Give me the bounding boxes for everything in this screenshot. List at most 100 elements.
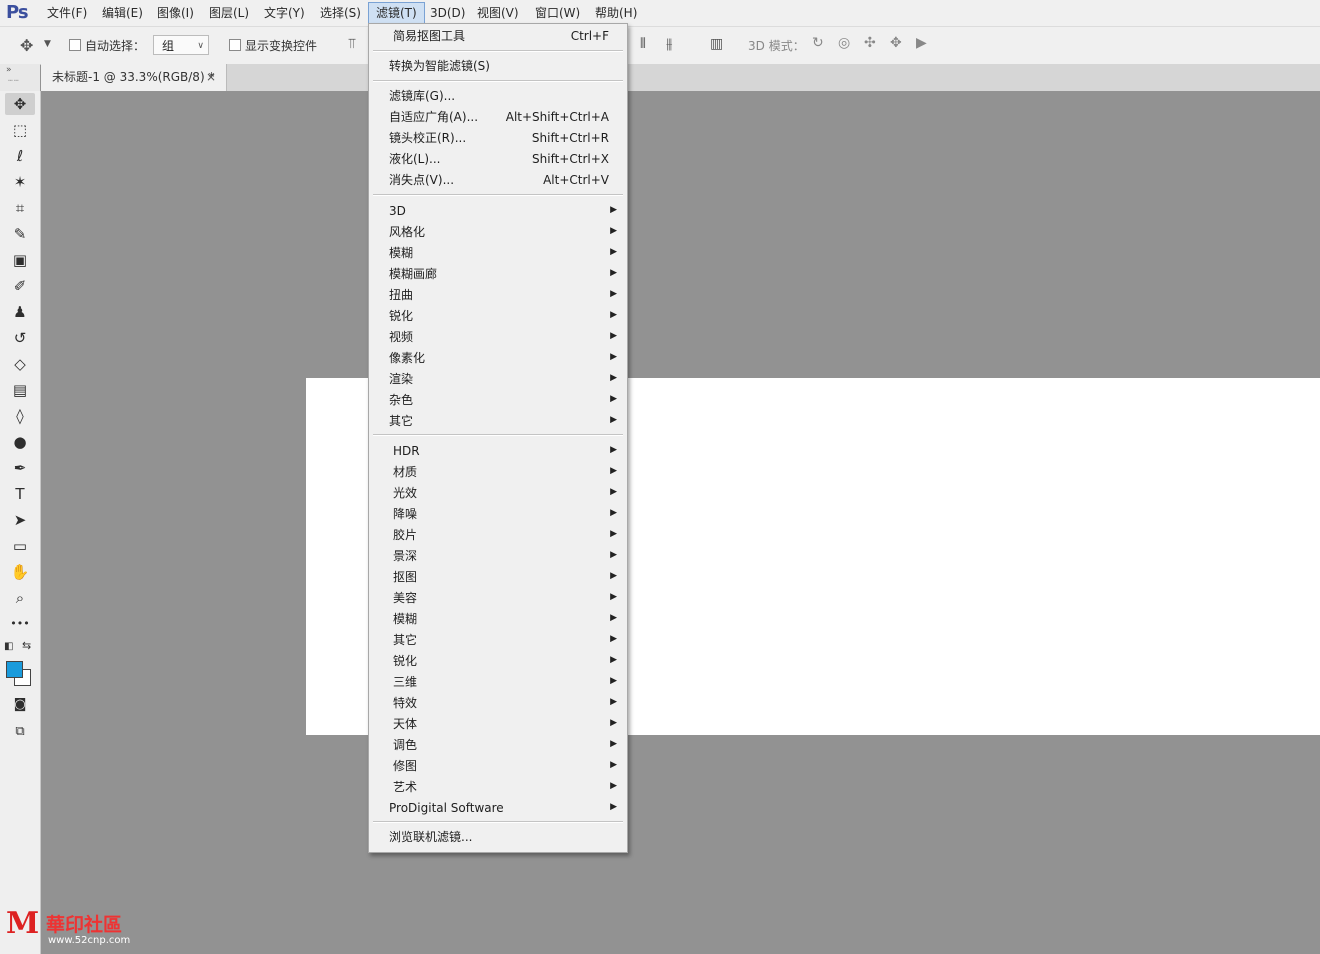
filter-menu-item[interactable]: 特效 ▶ [369,693,627,713]
lasso-tool-icon[interactable]: ℓ [5,145,35,167]
eraser-tool-icon[interactable]: ◇ [5,353,35,375]
filter-menu-item[interactable]: 胶片 ▶ [369,525,627,545]
filter-menu-item[interactable]: 转换为智能滤镜(S) [369,56,627,76]
blur-tool-icon[interactable]: ◊ [5,405,35,427]
filter-menu-item[interactable]: 调色 ▶ [369,735,627,755]
filter-menu-item[interactable]: 修图 ▶ [369,756,627,776]
gradient-tool-icon[interactable]: ▤ [5,379,35,401]
menu-2[interactable]: 图像(I) [150,3,201,23]
menu-8[interactable]: 视图(V) [470,3,526,23]
filter-menu-item[interactable]: 抠图 ▶ [369,567,627,587]
filter-menu-item[interactable]: 艺术 ▶ [369,777,627,797]
menu-item-label: 胶片 [393,528,418,542]
menu-6[interactable]: 滤镜(T) [368,2,425,24]
crop-tool-icon[interactable]: ⌗ [5,197,35,219]
default-colors-icon[interactable]: ◧ [4,641,13,652]
magic-wand-tool-icon[interactable]: ✶ [5,171,35,193]
distribute-horizontal-icon[interactable]: ⫴ [640,36,646,52]
zoom-tool-icon[interactable]: ⌕ [5,587,35,609]
3d-pan-icon[interactable]: ✣ [864,35,876,51]
document-tab[interactable]: 未标题-1 @ 33.3%(RGB/8) * × [41,64,227,91]
filter-menu-item[interactable]: 模糊 ▶ [369,609,627,629]
3d-orbit-icon[interactable]: ↻ [812,35,824,51]
pen-tool-icon[interactable]: ✒ [5,457,35,479]
menu-0[interactable]: 文件(F) [40,3,94,23]
filter-menu-item[interactable]: 像素化 ▶ [369,348,627,368]
filter-menu-item[interactable]: 滤镜库(G)... [369,86,627,106]
quick-mask-icon[interactable]: ◙ [5,694,35,716]
filter-menu-item[interactable]: 锐化 ▶ [369,651,627,671]
filter-menu-item[interactable]: 简易抠图工具 Ctrl+F [369,26,627,46]
menu-item-shortcut: Shift+Ctrl+R [531,131,609,145]
chevron-down-icon[interactable]: ▼ [44,39,51,49]
filter-menu-item[interactable]: 景深 ▶ [369,546,627,566]
rectangle-tool-icon[interactable]: ▭ [5,535,35,557]
show-transform-checkbox[interactable]: 显示变换控件 [229,37,317,54]
menu-3[interactable]: 图层(L) [202,3,256,23]
marquee-tool-icon[interactable]: ⬚ [5,119,35,141]
type-tool-icon[interactable]: T [5,483,35,505]
swap-colors-icon[interactable]: ⇆ [22,639,31,652]
filter-menu-item[interactable]: 3D ▶ [369,201,627,221]
3d-slide-icon[interactable]: ✥ [890,35,902,51]
foreground-color-swatch[interactable] [6,661,23,678]
menu-10[interactable]: 帮助(H) [588,3,644,23]
photoshop-logo: Ps [6,2,29,23]
auto-align-icon[interactable]: ▥ [710,36,723,52]
filter-menu-item[interactable]: 模糊画廊 ▶ [369,264,627,284]
close-icon[interactable]: × [206,64,216,91]
menu-item-label: 杂色 [389,393,414,407]
screen-mode-icon[interactable]: ⧉ [5,721,35,743]
filter-menu-item[interactable]: HDR ▶ [369,441,627,461]
filter-menu-item[interactable]: 渲染 ▶ [369,369,627,389]
move-tool-icon[interactable]: ✥ [5,93,35,115]
filter-menu-item[interactable]: 材质 ▶ [369,462,627,482]
checkbox-icon[interactable] [229,39,241,51]
more-tools-icon[interactable]: ••• [5,613,35,635]
filter-menu-item[interactable]: 锐化 ▶ [369,306,627,326]
align-top-icon[interactable]: ⫪ [348,36,356,52]
auto-select-checkbox[interactable]: 自动选择： [69,37,145,54]
distribute-right-icon[interactable]: ⫵ [666,36,672,52]
filter-menu-item[interactable]: 液化(L)... Shift+Ctrl+X [369,149,627,169]
filter-menu-item[interactable]: 风格化 ▶ [369,222,627,242]
hand-tool-icon[interactable]: ✋ [5,561,35,583]
filter-menu-item[interactable]: 杂色 ▶ [369,390,627,410]
menu-5[interactable]: 选择(S) [313,3,368,23]
filter-menu-item[interactable]: 天体 ▶ [369,714,627,734]
grip-icon[interactable]: ┄┄ [8,76,20,85]
filter-menu-item[interactable]: 镜头校正(R)... Shift+Ctrl+R [369,128,627,148]
collapse-icon[interactable]: » [6,65,12,75]
auto-select-dropdown[interactable]: 组 ∨ [153,35,209,55]
filter-menu-item[interactable]: 美容 ▶ [369,588,627,608]
brush-tool-icon[interactable]: ✐ [5,275,35,297]
filter-menu-item[interactable]: 降噪 ▶ [369,504,627,524]
move-tool-icon[interactable]: ✥ [20,36,33,55]
filter-menu-item[interactable]: 扭曲 ▶ [369,285,627,305]
checkbox-icon[interactable] [69,39,81,51]
menu-9[interactable]: 窗口(W) [528,3,587,23]
healing-brush-tool-icon[interactable]: ▣ [5,249,35,271]
filter-menu-item[interactable]: 模糊 ▶ [369,243,627,263]
path-selection-tool-icon[interactable]: ➤ [5,509,35,531]
menu-4[interactable]: 文字(Y) [257,3,312,23]
filter-menu-item[interactable]: 消失点(V)... Alt+Ctrl+V [369,170,627,190]
filter-menu-item[interactable]: 其它 ▶ [369,411,627,431]
filter-menu-item[interactable]: 光效 ▶ [369,483,627,503]
menu-7[interactable]: 3D(D) [423,3,472,23]
history-brush-tool-icon[interactable]: ↺ [5,327,35,349]
filter-menu-item[interactable]: 自适应广角(A)... Alt+Shift+Ctrl+A [369,107,627,127]
menu-item-label: 三维 [393,675,418,689]
filter-menu-item[interactable]: ProDigital Software ▶ [369,798,627,818]
filter-menu-item[interactable]: 其它 ▶ [369,630,627,650]
menu-1[interactable]: 编辑(E) [95,3,150,23]
filter-menu-item[interactable]: 浏览联机滤镜... [369,827,627,847]
filter-menu-item[interactable]: 视频 ▶ [369,327,627,347]
eyedropper-tool-icon[interactable]: ✎ [5,223,35,245]
3d-scale-icon[interactable]: ▶ [916,35,927,51]
3d-roll-icon[interactable]: ◎ [838,35,850,51]
dodge-tool-icon[interactable]: ● [5,431,35,453]
submenu-arrow-icon: ▶ [610,373,617,383]
filter-menu-item[interactable]: 三维 ▶ [369,672,627,692]
stamp-tool-icon[interactable]: ♟ [5,301,35,323]
